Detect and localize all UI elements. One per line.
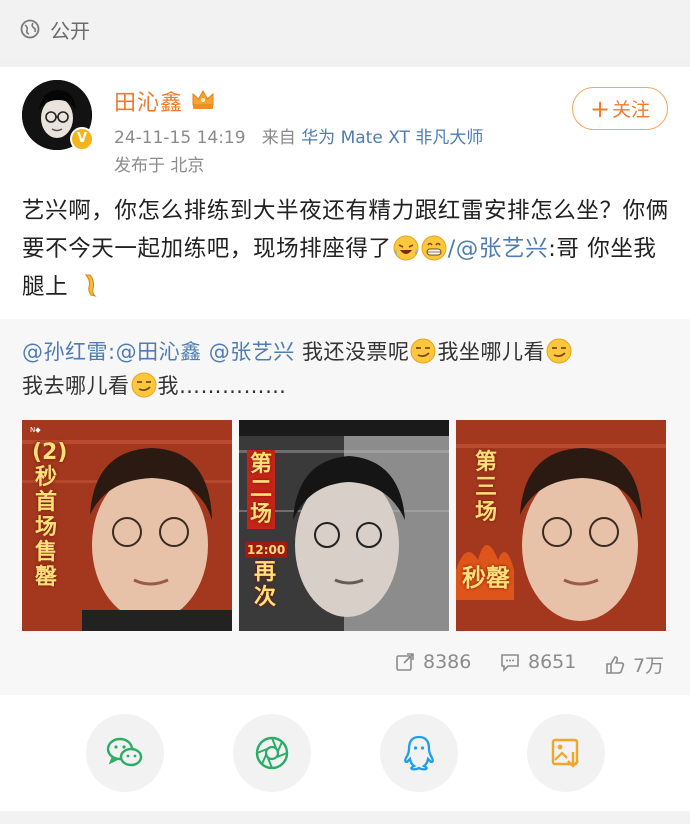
photo-3-overlay-bottom: 秒罄 [462, 558, 510, 593]
post-time: 24-11-15 14:19 [114, 128, 246, 148]
share-save-image-button[interactable] [527, 714, 605, 792]
plus-icon: + [589, 94, 611, 123]
save-image-icon [551, 738, 579, 768]
share-moments-button[interactable] [233, 714, 311, 792]
verified-badge: V [70, 127, 94, 151]
share-wechat-button[interactable] [86, 714, 164, 792]
qq-icon [404, 735, 434, 771]
photo-3-overlay-top: 第 三 场 [472, 450, 500, 525]
overlay-char: (2) [32, 440, 68, 465]
visibility-label: 公开 [50, 18, 90, 43]
repost-mention-b[interactable]: @张艺兴 [209, 340, 295, 364]
crown-icon [192, 89, 214, 109]
overlay-char: 场 [474, 500, 497, 525]
overlay-char: 罄 [486, 564, 510, 592]
author-name[interactable]: 田沁鑫 [114, 85, 183, 117]
laugh-cry-emoji-icon [393, 235, 419, 261]
repost-count: 8386 [423, 651, 472, 673]
overlay-char: 第 [474, 450, 497, 475]
globe-icon [20, 19, 40, 39]
repost-actions: 8386 8651 7万 [0, 645, 690, 685]
post-location: 发布于 北京 [114, 156, 205, 176]
follow-button[interactable]: + 关注 [572, 87, 668, 130]
comment-count: 8651 [528, 651, 577, 673]
repost-mention-a[interactable]: :@田沁鑫 [108, 340, 202, 364]
photo-2[interactable]: 第 二 场 12:00 再 次 [239, 420, 449, 631]
repost-text-3: 我去哪儿看 [22, 374, 130, 398]
repost-text: @孙红雷:@田沁鑫 @张艺兴 我还没票呢 我坐哪儿看 我去哪儿看 我…………… [22, 335, 672, 403]
like-count: 7万 [633, 655, 665, 677]
overlay-char: 场 [34, 515, 57, 540]
overlay-char: 场 [249, 502, 272, 527]
smirk-emoji-icon [131, 372, 156, 398]
mention-link[interactable]: 张艺兴 [479, 236, 548, 262]
overlay-char: 三 [474, 475, 497, 500]
repost-action[interactable]: 8386 [395, 651, 471, 673]
repost-text-2: 我坐哪儿看 [437, 340, 545, 364]
overlay-char: 罄 [34, 565, 57, 590]
thumbs-up-icon [606, 655, 625, 674]
photo-1-overlay: (2) 秒 首 场 售 罄 [32, 440, 68, 590]
overlay-char: 售 [34, 540, 57, 565]
repost-card[interactable]: @孙红雷:@田沁鑫 @张艺兴 我还没票呢 我坐哪儿看 我去哪儿看 我…………… N◆ [0, 319, 690, 695]
wechat-icon [106, 737, 143, 767]
overlay-char: 秒 [34, 465, 57, 490]
device-link[interactable]: 华为 Mate XT 非凡大师 [301, 128, 483, 148]
photo-grid: N◆ (2) 秒 首 场 售 罄 第 二 场 12:00 再 次 第 三 场 秒… [22, 420, 667, 631]
repost-text-4: 我…………… [157, 374, 287, 398]
leg-emoji-icon [84, 274, 97, 297]
grin-emoji-icon [421, 235, 447, 261]
photo-2-time: 12:00 [245, 542, 288, 558]
post-meta: 24-11-15 14:19 来自 华为 Mate XT 非凡大师 [114, 123, 483, 148]
photo-2-overlay-bottom: 再 次 [251, 560, 279, 610]
repost-icon [396, 653, 414, 671]
overlay-char: 首 [34, 490, 57, 515]
smirk-emoji-icon [410, 338, 436, 364]
smirk-emoji-icon [546, 338, 572, 364]
comment-action[interactable]: 8651 [500, 651, 576, 673]
overlay-char: 第 [249, 452, 272, 477]
post-content: 艺兴啊，你怎么排练到大半夜还有精力跟红雷安排怎么坐？你俩要不今天一起加练吧，现场… [22, 192, 672, 306]
repost-author-mention[interactable]: @孙红雷 [22, 340, 108, 364]
follow-label: 关注 [612, 99, 651, 121]
moments-icon [255, 736, 289, 770]
overlay-char: 二 [249, 477, 272, 502]
from-label: 来自 [261, 128, 296, 148]
share-qq-button[interactable] [380, 714, 458, 792]
weibo-post: V 田沁鑫 24-11-15 14:19 来自 华为 Mate XT 非凡大师 … [0, 67, 690, 695]
overlay-char: 秒 [462, 564, 486, 592]
photo-2-overlay-top: 第 二 场 [247, 450, 275, 529]
visibility-bar: 公开 [0, 0, 690, 58]
repost-text-1: 我还没票呢 [301, 340, 410, 364]
comment-icon [501, 654, 519, 672]
bottom-bar [0, 811, 690, 824]
svg-text:N◆: N◆ [30, 426, 41, 434]
overlay-char: 次 [253, 585, 276, 610]
slash-at: /@ [447, 236, 479, 262]
like-action[interactable]: 7万 [605, 651, 664, 678]
photo-1[interactable]: N◆ (2) 秒 首 场 售 罄 [22, 420, 232, 631]
photo-3[interactable]: 第 三 场 秒罄 [456, 420, 666, 631]
share-panel [0, 695, 690, 811]
overlay-char: 再 [253, 560, 276, 585]
